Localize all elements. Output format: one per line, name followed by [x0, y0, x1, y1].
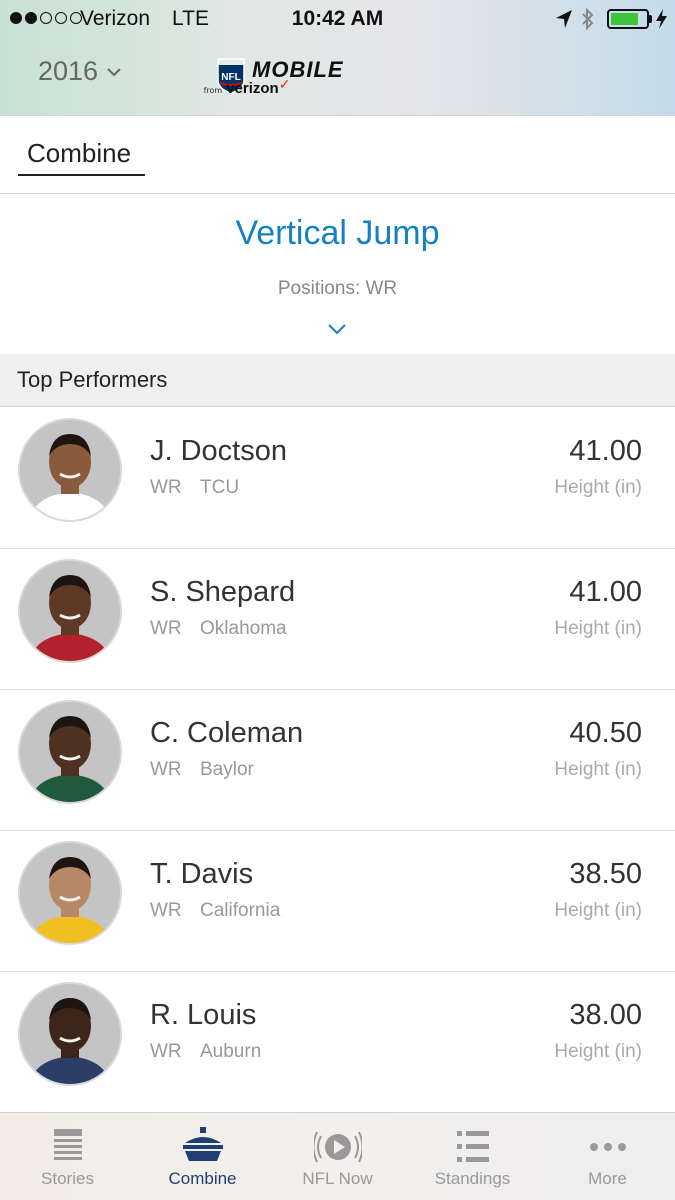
tab-label: Standings [434, 1169, 511, 1188]
result-value: 38.50 [569, 858, 642, 890]
player-headshot [20, 561, 120, 661]
battery-cap [649, 15, 652, 23]
player-headshot [20, 984, 120, 1084]
tab-label: Combine [168, 1169, 237, 1188]
result-value: 41.00 [569, 435, 642, 467]
player-school: Auburn [200, 1041, 262, 1062]
performer-row[interactable]: C. Coleman WR Baylor 40.50 Height (in) [0, 690, 675, 831]
tab-nfl-now[interactable]: NFL Now [270, 1113, 405, 1200]
player-avatar [18, 418, 122, 522]
tab-standings[interactable]: Standings [405, 1113, 540, 1200]
tab-combine-bottom[interactable]: Combine [135, 1113, 270, 1200]
player-headshot [20, 420, 120, 520]
tab-label: NFL Now [302, 1169, 373, 1188]
drill-positions: Positions: WR [277, 278, 398, 299]
tab-combine[interactable]: Combine [18, 138, 145, 176]
player-name: C. Coleman [150, 717, 304, 749]
player-school: TCU [200, 477, 240, 498]
performer-row[interactable]: S. Shepard WR Oklahoma 41.00 Height (in) [0, 549, 675, 690]
performer-row[interactable]: R. Louis WR Auburn 38.00 Height (in) [0, 972, 675, 1113]
bottom-tab-bar: Stories Combine NFL Now Standings More [0, 1112, 675, 1200]
tab-label: More [588, 1169, 627, 1188]
brand-verizon-text: verizon [226, 79, 279, 97]
result-unit: Height (in) [554, 1041, 642, 1062]
player-name: R. Louis [150, 999, 257, 1031]
player-school: Oklahoma [200, 618, 287, 639]
performer-row[interactable]: J. Doctson WR TCU 41.00 Height (in) [0, 408, 675, 549]
player-position: WR [150, 618, 182, 639]
player-name: J. Doctson [150, 435, 287, 467]
chevron-down-icon [107, 67, 121, 76]
year-value: 2016 [38, 56, 99, 86]
result-value: 38.00 [569, 999, 642, 1031]
verizon-check-icon: ✓ [278, 77, 291, 93]
year-dropdown[interactable]: 2016 [38, 56, 122, 87]
player-position: WR [150, 759, 182, 780]
tab-more[interactable]: More [540, 1113, 675, 1200]
player-position: WR [150, 900, 182, 921]
player-avatar [18, 982, 122, 1086]
charging-bolt-icon [656, 9, 667, 29]
section-header: Top Performers [0, 354, 675, 407]
nfl-now-icon [313, 1131, 362, 1163]
player-avatar [18, 841, 122, 945]
player-avatar [18, 700, 122, 804]
app-header: Verizon LTE 10:42 AM 2016 NFL MOBILE fro… [0, 0, 675, 116]
performer-list: J. Doctson WR TCU 41.00 Height (in) S. S… [0, 408, 675, 1113]
more-icon [589, 1143, 626, 1151]
nfl-mobile-logo: NFL MOBILE from verizon ✓ [204, 55, 343, 97]
location-arrow-icon [556, 10, 572, 28]
player-name: T. Davis [150, 858, 254, 890]
player-school: California [200, 900, 281, 921]
player-school: Baylor [200, 759, 254, 780]
drill-title: Vertical Jump [235, 214, 440, 252]
result-unit: Height (in) [554, 900, 642, 921]
player-position: WR [150, 1041, 182, 1062]
bluetooth-icon [582, 7, 594, 31]
brand-from-text: from [203, 85, 223, 95]
drill-selector[interactable]: Vertical Jump Positions: WR [0, 194, 675, 354]
performer-row[interactable]: T. Davis WR California 38.50 Height (in) [0, 831, 675, 972]
player-headshot [20, 843, 120, 943]
result-unit: Height (in) [554, 759, 642, 780]
battery-level [611, 13, 639, 25]
result-value: 40.50 [569, 717, 642, 749]
tab-stories[interactable]: Stories [0, 1113, 135, 1200]
player-headshot [20, 702, 120, 802]
result-unit: Height (in) [554, 477, 642, 498]
category-tabs: Combine [0, 116, 675, 194]
result-value: 41.00 [569, 576, 642, 608]
player-position: WR [150, 477, 182, 498]
battery-icon [607, 9, 649, 29]
player-avatar [18, 559, 122, 663]
combine-icon [182, 1127, 223, 1161]
stories-icon [53, 1129, 82, 1160]
result-unit: Height (in) [554, 618, 642, 639]
status-bar: Verizon LTE 10:42 AM [0, 0, 675, 40]
chevron-down-icon[interactable] [327, 322, 347, 336]
tab-label: Stories [41, 1169, 94, 1188]
standings-icon [456, 1131, 489, 1162]
player-name: S. Shepard [150, 576, 296, 608]
